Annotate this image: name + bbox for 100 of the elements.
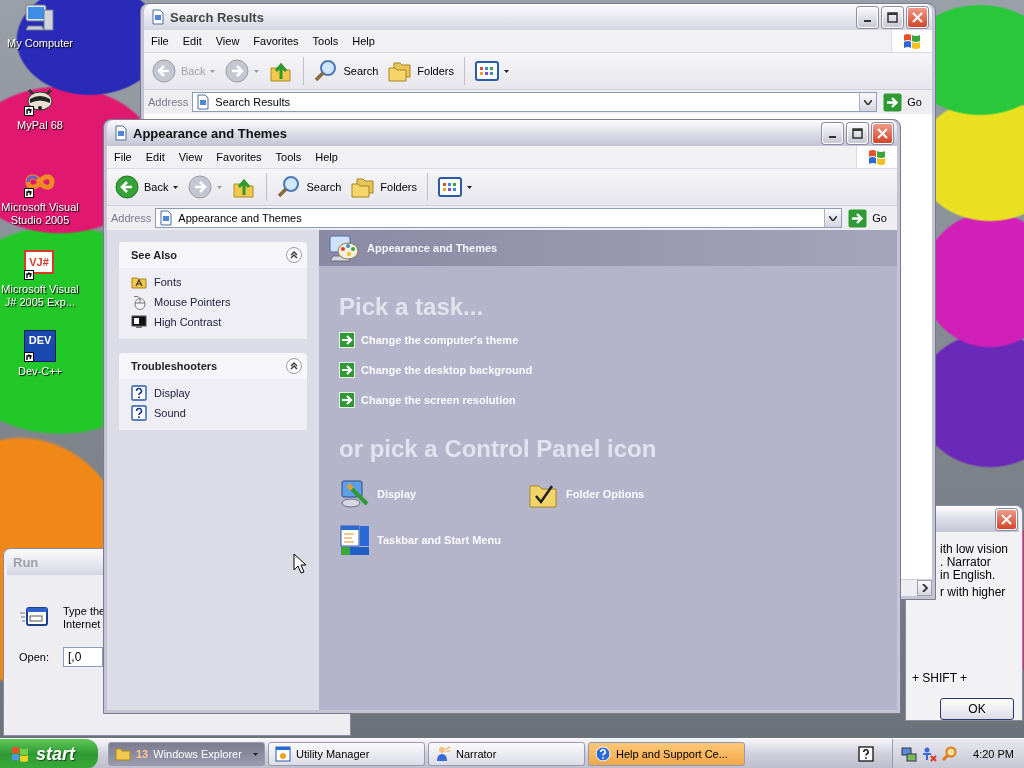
- network-icon[interactable]: [901, 746, 918, 762]
- run-window-icon: [19, 605, 49, 629]
- panel-title: See Also: [131, 249, 179, 261]
- page-icon: [195, 94, 212, 110]
- dropdown-caret-icon: [210, 69, 216, 73]
- speaking-figure-icon: [435, 746, 451, 762]
- menu-item[interactable]: Tools: [305, 35, 346, 47]
- computer-icon[interactable]: [24, 2, 56, 34]
- fonts-folder-icon: [131, 274, 147, 290]
- help-book-icon: [131, 385, 147, 401]
- task-arrow-icon: [339, 332, 355, 348]
- scroll-right-button[interactable]: [917, 580, 932, 596]
- go-button[interactable]: Go: [881, 92, 928, 112]
- sidebar-link[interactable]: High Contrast: [131, 314, 295, 330]
- folders-button[interactable]: Folders: [384, 56, 458, 86]
- magnifier-icon: [277, 175, 302, 199]
- message-text: ith low vision: [940, 543, 1010, 556]
- taskbar-button[interactable]: Help and Support Ce...: [588, 742, 745, 766]
- sidebar-link[interactable]: Fonts: [131, 274, 295, 290]
- dropdown-caret-icon: [254, 69, 260, 73]
- dropdown-caret-icon: [217, 185, 223, 189]
- dropdown-caret-icon: [173, 185, 179, 189]
- collapse-button[interactable]: [286, 247, 302, 263]
- message-text: r with higher: [940, 586, 1007, 599]
- window-page-icon: [113, 125, 129, 141]
- dev-logo-icon[interactable]: DEV: [24, 330, 56, 362]
- address-field[interactable]: Appearance and Themes: [155, 208, 843, 228]
- minimize-button[interactable]: [822, 122, 843, 144]
- minimize-icon: [864, 20, 871, 22]
- mouse-pointer-icon: [293, 553, 306, 574]
- address-label: Address: [111, 212, 152, 224]
- vj-logo-icon[interactable]: VJ#: [24, 250, 54, 274]
- desktop-icon-label[interactable]: Microsoft Visual Studio 2005: [0, 201, 80, 227]
- close-icon: [877, 127, 888, 139]
- go-button[interactable]: Go: [846, 208, 893, 228]
- menu-item[interactable]: Help: [345, 35, 382, 47]
- horizontal-scrollbar[interactable]: [900, 579, 932, 596]
- open-label: Open:: [19, 651, 49, 663]
- double-chevron-up-icon: [290, 251, 298, 259]
- message-text: in English.: [940, 569, 997, 582]
- close-icon: [1001, 513, 1012, 525]
- close-icon: [912, 11, 923, 23]
- window-title: Search Results: [170, 9, 264, 25]
- search-button[interactable]: Search: [310, 56, 383, 86]
- menu-item[interactable]: View: [171, 151, 210, 163]
- monitor-brush-icon: [339, 478, 371, 510]
- view-grid-icon: [438, 177, 462, 197]
- menu-item[interactable]: File: [107, 151, 139, 163]
- folders-icon: [388, 60, 413, 82]
- close-button[interactable]: [872, 122, 893, 144]
- dropdown-button[interactable]: [824, 209, 842, 227]
- search-button[interactable]: Search: [273, 172, 346, 202]
- maximize-button[interactable]: [847, 122, 868, 144]
- double-chevron-up-icon: [290, 362, 298, 370]
- menu-item[interactable]: Favorites: [246, 35, 306, 47]
- taskbar-button[interactable]: Narrator: [428, 742, 585, 766]
- task-arrow-icon: [339, 392, 355, 408]
- menu-item[interactable]: File: [144, 35, 176, 47]
- window-title: Appearance and Themes: [133, 125, 287, 141]
- dropdown-caret-icon: [467, 185, 472, 189]
- address-label: Address: [148, 96, 189, 108]
- menu-item[interactable]: Tools: [268, 151, 309, 163]
- sidebar-link[interactable]: Mouse Pointers: [131, 294, 295, 310]
- menu-item[interactable]: View: [208, 35, 247, 47]
- category-header: Appearance and Themes: [367, 242, 498, 254]
- menu-item[interactable]: Edit: [138, 151, 172, 163]
- contrast-monitor-icon: [131, 314, 147, 330]
- group-count: 13: [136, 748, 149, 760]
- window-page-icon: [150, 9, 166, 25]
- taskbar-window-icon: [339, 524, 371, 556]
- taskbar-button[interactable]: Utility Manager: [268, 742, 425, 766]
- page-icon: [158, 210, 175, 226]
- windows-flag-icon: [867, 148, 887, 166]
- minimize-icon: [829, 136, 836, 138]
- mouse-icon: [131, 294, 147, 310]
- open-input-field[interactable]: [,0: [62, 647, 103, 667]
- back-button[interactable]: Back: [111, 172, 183, 202]
- desktop-icon-label[interactable]: MyPal 68: [0, 119, 80, 132]
- ok-button[interactable]: OK: [940, 698, 1014, 720]
- address-field[interactable]: Search Results: [192, 92, 878, 112]
- help-box-icon[interactable]: [858, 746, 875, 762]
- sidebar-link[interactable]: Sound: [131, 405, 295, 421]
- dropdown-caret-icon: [504, 69, 509, 73]
- windows-flag-icon: [10, 745, 30, 763]
- task-arrow-icon: [339, 362, 355, 378]
- menu-item[interactable]: Favorites: [209, 151, 269, 163]
- folders-button[interactable]: Folders: [347, 172, 421, 202]
- close-button[interactable]: [996, 508, 1017, 530]
- sidebar-link[interactable]: Display: [131, 385, 295, 401]
- menu-item[interactable]: Help: [308, 151, 345, 163]
- collapse-button[interactable]: [286, 358, 302, 374]
- dropdown-button[interactable]: [859, 93, 877, 111]
- menu-item[interactable]: Edit: [175, 35, 209, 47]
- maximize-icon: [852, 127, 863, 139]
- accessibility-icon[interactable]: [921, 746, 938, 762]
- windows-flag-icon: [902, 32, 922, 50]
- prompt-text: Internet: [63, 618, 102, 631]
- folders-icon: [351, 176, 376, 198]
- dialog-title: Run: [13, 554, 39, 570]
- shortcut-text: + SHIFT +: [912, 671, 969, 685]
